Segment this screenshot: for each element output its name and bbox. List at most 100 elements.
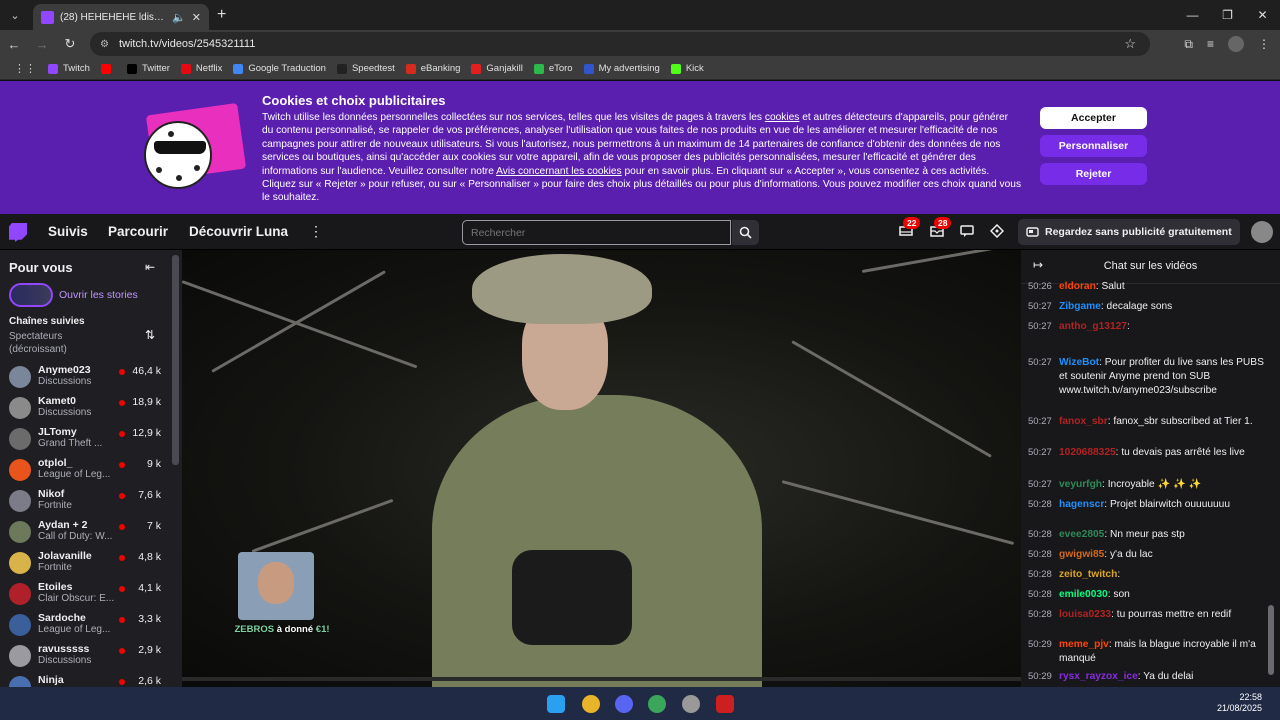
viewer-count: 2,6 k — [138, 675, 161, 687]
reject-button[interactable]: Rejeter — [1040, 163, 1147, 185]
sort-icon[interactable]: ⇅ — [145, 328, 155, 342]
chat-scrollbar[interactable] — [1268, 605, 1274, 675]
extensions-icon[interactable]: ⧉ — [1184, 37, 1193, 52]
bookmark-label: Twitch — [63, 63, 90, 74]
audio-icon[interactable]: 🔈 — [172, 11, 186, 24]
chat-username[interactable]: rysx_rayzox_ice — [1059, 671, 1138, 682]
chat-username[interactable]: evee2805 — [1059, 529, 1104, 540]
bookmark-item[interactable]: Google Traduction — [233, 63, 326, 74]
adfree-button[interactable]: Regardez sans publicité gratuitement — [1018, 219, 1240, 245]
voicemod-icon[interactable] — [716, 695, 734, 713]
chat-username[interactable]: veyurfgh — [1059, 479, 1102, 490]
whispers-icon[interactable] — [960, 224, 974, 238]
close-tab-icon[interactable]: ✕ — [192, 11, 201, 24]
nav-following[interactable]: Suivis — [48, 224, 88, 239]
sidebar-channel[interactable]: Jolavanille Fortnite 4,8 k — [0, 548, 172, 579]
bookmark-item[interactable] — [100, 63, 116, 74]
close-window-icon[interactable]: ✕ — [1245, 0, 1280, 30]
chat-username[interactable]: eldoran — [1059, 281, 1096, 292]
profile-avatar[interactable] — [1228, 36, 1244, 52]
chat-text: : Salut — [1095, 281, 1125, 292]
site-info-icon[interactable]: ⚙ — [100, 39, 109, 50]
app-icon[interactable] — [682, 695, 700, 713]
chat-username[interactable]: louisa0233 — [1059, 609, 1111, 620]
browser-tab[interactable]: (28) HEHEHEHE ldiscord ld... 🔈 ✕ — [33, 4, 209, 30]
discord-icon[interactable] — [615, 695, 633, 713]
bookmark-star-icon[interactable]: ☆ — [1124, 36, 1136, 52]
video-player[interactable]: ZEBROS à donné €1! — [182, 250, 1021, 687]
chat-username[interactable]: meme_pjv — [1059, 639, 1109, 650]
bookmark-item[interactable]: Netflix — [180, 63, 222, 74]
url-bar[interactable]: ⚙ twitch.tv/videos/2545321111 ☆ — [90, 32, 1150, 56]
media-icon[interactable]: ≡ — [1207, 37, 1214, 51]
bookmark-favicon-icon — [100, 63, 111, 74]
sidebar-channel[interactable]: Nikof Fortnite 7,6 k — [0, 486, 172, 517]
chat-username[interactable]: Zibgame — [1059, 301, 1101, 312]
search-input[interactable] — [462, 220, 731, 245]
bookmark-item[interactable]: Ganjakill — [471, 63, 523, 74]
sidebar-channel[interactable]: Kamet0 Discussions 18,9 k — [0, 393, 172, 424]
bookmark-item[interactable]: Twitter — [126, 63, 170, 74]
forward-icon[interactable]: → — [28, 37, 56, 52]
crown-icon[interactable] — [990, 224, 1004, 238]
bookmark-item[interactable]: Twitch — [48, 63, 90, 74]
sidebar-channel[interactable]: Etoiles Clair Obscur: E... 4,1 k — [0, 579, 172, 610]
reload-icon[interactable]: ↻ — [56, 36, 84, 52]
search-button[interactable] — [732, 220, 759, 245]
sidebar-channel[interactable]: ravusssss Discussions 2,9 k — [0, 641, 172, 672]
chrome-profile-icon[interactable] — [648, 695, 666, 713]
sidebar-channel[interactable]: Aydan + 2 Call of Duty: W... 7 k — [0, 517, 172, 548]
maximize-icon[interactable]: ❐ — [1210, 0, 1245, 30]
sidebar-channel[interactable]: otplol_ League of Leg... 9 k — [0, 455, 172, 486]
sidebar-scrollbar[interactable] — [172, 255, 179, 465]
accept-button[interactable]: Accepter — [1040, 107, 1147, 129]
new-tab-icon[interactable]: + — [217, 6, 226, 24]
sidebar-channel[interactable]: Anyme023 Discussions 46,4 k — [0, 362, 172, 393]
cookies-link[interactable]: cookies — [765, 112, 800, 123]
chat-text: : Nn meur pas stp — [1104, 529, 1185, 540]
chat-timestamp: 50:27 — [1028, 357, 1052, 368]
live-dot-icon — [119, 493, 125, 499]
chat-message: 50:27 WizeBot: Pour profiter du live sans… — [1028, 356, 1264, 398]
chat-username[interactable]: hagenscr — [1059, 499, 1104, 510]
browser-tabstrip: ⌄ (28) HEHEHEHE ldiscord ld... 🔈 ✕ + — ❐… — [0, 0, 1280, 30]
chat-message: 50:26 eldoran: Salut — [1028, 280, 1264, 294]
chat-text: : Incroyable ✨ ✨ ✨ — [1102, 479, 1202, 490]
sidebar-channel[interactable]: Ninja 2,6 k — [0, 672, 172, 687]
apps-grid-icon[interactable]: ⋮⋮ — [14, 62, 36, 75]
bookmark-item[interactable]: eBanking — [405, 63, 460, 74]
chrome-icon[interactable] — [582, 695, 600, 713]
channel-avatar — [9, 459, 31, 481]
sidebar-channel[interactable]: Sardoche League of Leg... 3,3 k — [0, 610, 172, 641]
chat-username[interactable]: WizeBot — [1059, 357, 1099, 368]
chat-username[interactable]: zeito_twitch — [1059, 569, 1117, 580]
collapse-sidebar-icon[interactable]: ⇤ — [145, 260, 155, 274]
bookmark-item[interactable]: Speedtest — [336, 63, 395, 74]
tab-search-icon[interactable]: ⌄ — [3, 3, 27, 27]
bookmark-item[interactable]: eToro — [533, 63, 573, 74]
video-progress-bar[interactable] — [182, 677, 1021, 681]
bookmark-item[interactable]: Kick — [670, 63, 704, 74]
back-icon[interactable]: ← — [0, 37, 28, 52]
nav-browse[interactable]: Parcourir — [108, 224, 168, 239]
user-avatar[interactable] — [1251, 221, 1273, 243]
windows-start-icon[interactable] — [547, 695, 565, 713]
viewer-count: 7 k — [146, 520, 161, 532]
customize-button[interactable]: Personnaliser — [1040, 135, 1147, 157]
chat-username[interactable]: gwigwi85 — [1059, 549, 1104, 560]
cookie-notice-link[interactable]: Avis concernant les cookies — [496, 166, 622, 177]
channel-game: League of Leg... — [38, 469, 111, 480]
minimize-icon[interactable]: — — [1175, 0, 1210, 30]
chat-username[interactable]: 1020688325 — [1059, 447, 1116, 458]
twitch-logo-icon[interactable] — [9, 223, 27, 242]
more-menu-icon[interactable]: ⋮ — [309, 223, 323, 240]
nav-luna[interactable]: Découvrir Luna — [189, 224, 288, 239]
twitch-top-nav: Suivis Parcourir Découvrir Luna ⋮ 22 28 … — [0, 214, 1280, 250]
chat-username[interactable]: fanox_sbr — [1059, 416, 1108, 427]
sidebar-channel[interactable]: JLTomy Grand Theft ... 12,9 k — [0, 424, 172, 455]
chat-username[interactable]: antho_g13127 — [1059, 321, 1127, 332]
stories-button[interactable]: Ouvrir les stories — [9, 283, 138, 307]
chat-username[interactable]: emile0030 — [1059, 589, 1108, 600]
browser-menu-icon[interactable]: ⋮ — [1258, 37, 1270, 51]
bookmark-item[interactable]: My advertising — [583, 63, 660, 74]
